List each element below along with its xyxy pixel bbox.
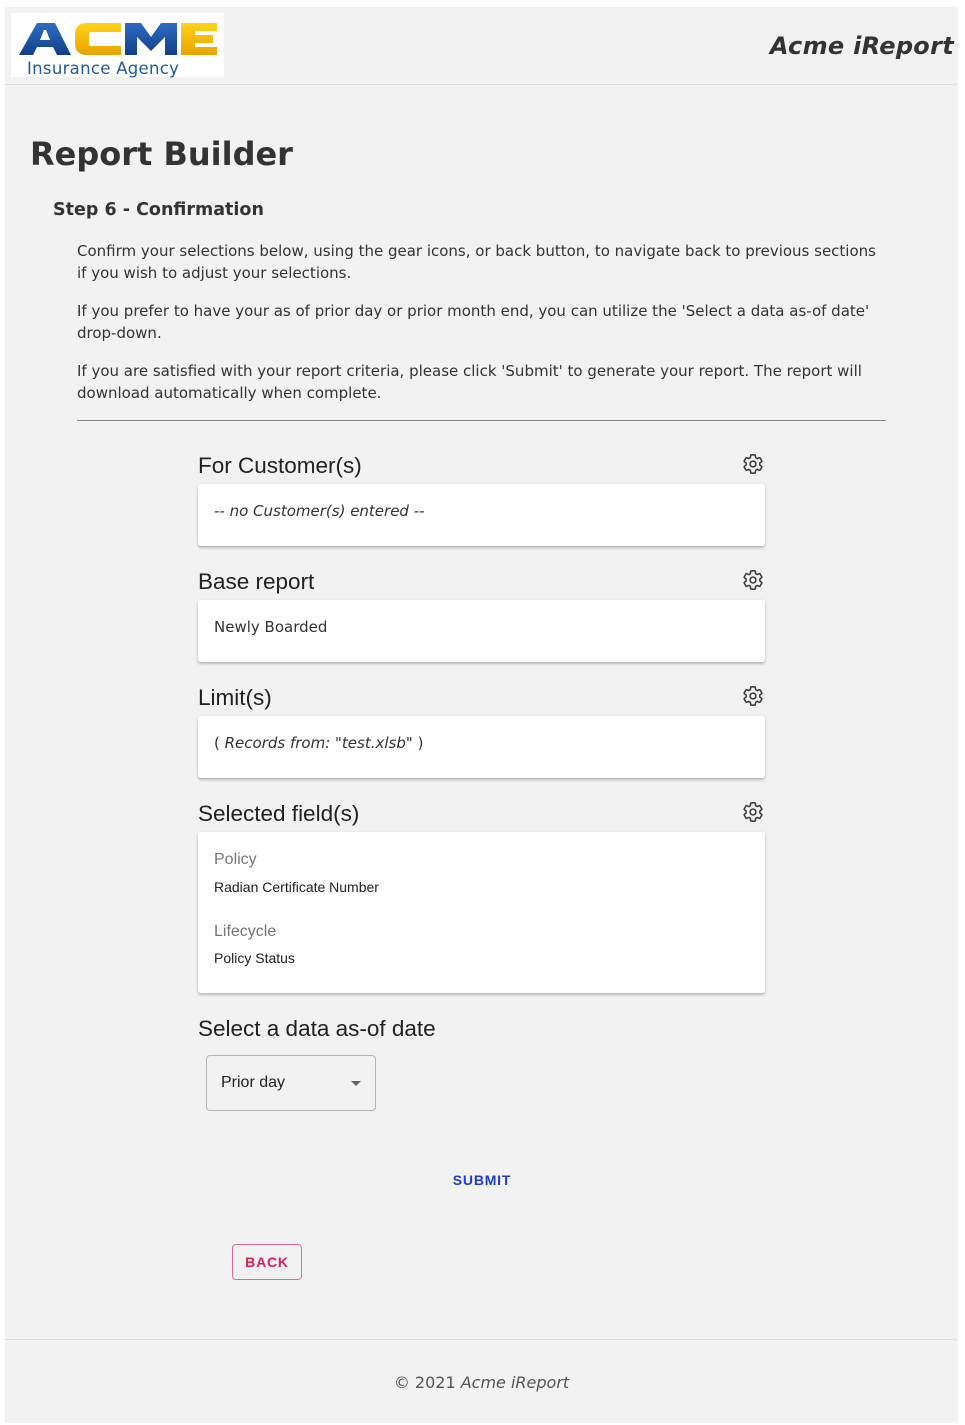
limits-open: (: [214, 734, 225, 752]
limits-file: "test.xlsb": [335, 734, 413, 752]
logo-mark: [19, 23, 217, 55]
back-button[interactable]: BACK: [232, 1244, 302, 1280]
submit-button[interactable]: SUBMIT: [439, 1165, 525, 1195]
limits-close: ): [412, 734, 424, 752]
gear-icon[interactable]: [742, 801, 764, 823]
step-title: Step 6 - Confirmation: [53, 200, 264, 220]
header: Insurance Agency Acme iReport: [5, 7, 958, 85]
divider: [77, 420, 886, 421]
limits-card: ( Records from: "test.xlsb" ): [198, 716, 765, 778]
asof-title: Select a data as-of date: [198, 1016, 436, 1041]
gear-icon[interactable]: [742, 685, 764, 707]
caret-down-icon: [351, 1081, 361, 1086]
field-group-item: Policy Status: [214, 950, 295, 966]
page-title: Report Builder: [30, 135, 293, 173]
field-group-label: Lifecycle: [214, 923, 277, 940]
footer-app-name: Acme iReport: [460, 1373, 570, 1392]
customers-card: -- no Customer(s) entered --: [198, 484, 765, 546]
limits-value: ( Records from: "test.xlsb" ): [214, 734, 423, 752]
instruction-paragraph: Confirm your selections below, using the…: [77, 242, 876, 282]
logo: Insurance Agency: [11, 13, 224, 78]
section-title-fields: Selected field(s): [198, 801, 360, 826]
footer-copyright: © 2021: [393, 1373, 456, 1392]
fields-card: Policy Radian Certificate Number Lifecyc…: [198, 832, 765, 993]
asof-selected-value: Prior day: [221, 1074, 286, 1091]
base-report-card: Newly Boarded: [198, 600, 765, 662]
footer-text: © 2021 Acme iReport: [5, 1373, 958, 1392]
instruction-paragraph: If you are satisfied with your report cr…: [77, 362, 862, 402]
gear-icon[interactable]: [742, 569, 764, 591]
section-title-customers: For Customer(s): [198, 453, 362, 478]
section-title-base-report: Base report: [198, 569, 315, 594]
customers-value: -- no Customer(s) entered --: [214, 502, 425, 520]
footer: © 2021 Acme iReport: [5, 1339, 958, 1423]
field-group-item: Radian Certificate Number: [214, 879, 379, 895]
gear-icon[interactable]: [742, 453, 764, 475]
instruction-paragraph: If you prefer to have your as of prior d…: [77, 302, 870, 342]
field-group-label: Policy: [214, 851, 257, 868]
app-title: Acme iReport: [769, 32, 954, 60]
limits-label: Records from:: [224, 734, 336, 752]
logo-subtitle: Insurance Agency: [27, 59, 180, 78]
base-report-value: Newly Boarded: [214, 618, 328, 636]
section-title-limits: Limit(s): [198, 685, 272, 710]
page-frame: Insurance Agency Acme iReport Report Bui…: [5, 7, 958, 1423]
asof-date-select[interactable]: Prior day: [206, 1055, 376, 1111]
